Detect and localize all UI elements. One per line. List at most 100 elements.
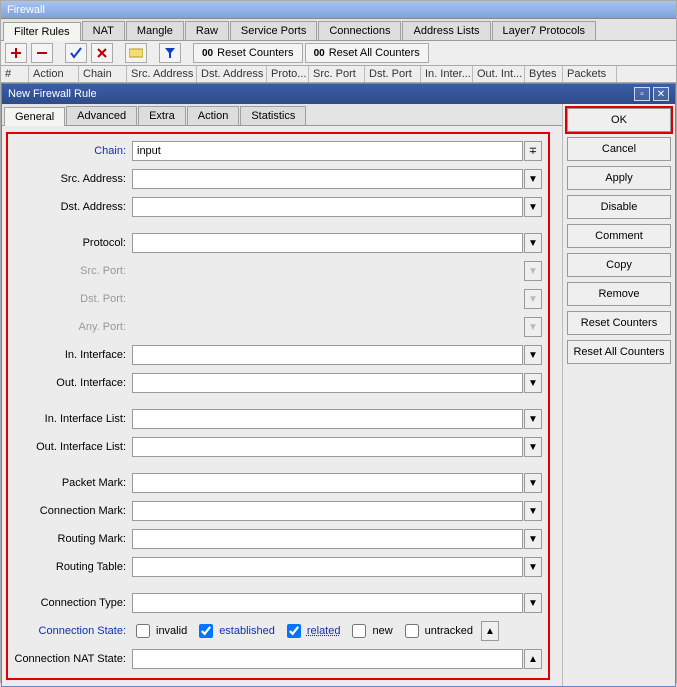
conn_mark-dropdown[interactable]: ▼ [524, 501, 542, 521]
ok-button[interactable]: OK [567, 108, 671, 132]
enable-button[interactable] [65, 43, 87, 63]
new-firewall-rule-dialog: New Firewall Rule ▫ ✕ GeneralAdvancedExt… [1, 83, 676, 687]
filter-button[interactable] [159, 43, 181, 63]
routing_mark-label: Routing Mark: [14, 533, 132, 545]
out_if-label: Out. Interface: [14, 377, 132, 389]
out_if-dropdown[interactable]: ▼ [524, 373, 542, 393]
conn-state-established-checkbox[interactable] [199, 624, 213, 638]
general-form: Chain:∓Src. Address:▼Dst. Address:▼Proto… [6, 132, 550, 680]
main-tab-raw[interactable]: Raw [185, 21, 229, 40]
src_addr-dropdown[interactable]: ▼ [524, 169, 542, 189]
chain-label: Chain: [14, 145, 132, 157]
in_if-field[interactable] [132, 345, 523, 365]
protocol-label: Protocol: [14, 237, 132, 249]
main-tab-bar: Filter RulesNATMangleRawService PortsCon… [1, 19, 676, 41]
main-tab-layer7-protocols[interactable]: Layer7 Protocols [492, 21, 597, 40]
in_if-dropdown[interactable]: ▼ [524, 345, 542, 365]
in_if_list-field[interactable] [132, 409, 523, 429]
dialog-title: New Firewall Rule [8, 88, 97, 100]
cancel-button[interactable]: Cancel [567, 137, 671, 161]
column-header[interactable]: Chain [79, 66, 127, 82]
dst_addr-dropdown[interactable]: ▼ [524, 197, 542, 217]
window-titlebar: Firewall [1, 1, 676, 19]
any_port-field [132, 317, 523, 337]
apply-button[interactable]: Apply [567, 166, 671, 190]
disable-button[interactable] [91, 43, 113, 63]
main-tab-filter-rules[interactable]: Filter Rules [3, 22, 81, 41]
column-header[interactable]: # [1, 66, 29, 82]
protocol-field[interactable] [132, 233, 523, 253]
chain-field[interactable] [132, 141, 523, 161]
dialog-restore-icon[interactable]: ▫ [634, 87, 650, 101]
column-header[interactable]: Src. Port [309, 66, 365, 82]
column-header[interactable]: Action [29, 66, 79, 82]
main-tab-nat[interactable]: NAT [82, 21, 125, 40]
column-header[interactable]: Proto... [267, 66, 309, 82]
any_port-label: Any. Port: [14, 321, 132, 333]
conn-state-untracked-checkbox[interactable] [405, 624, 419, 638]
out_if_list-label: Out. Interface List: [14, 441, 132, 453]
out_if_list-field[interactable] [132, 437, 523, 457]
dst_addr-field[interactable] [132, 197, 523, 217]
in_if_list-dropdown[interactable]: ▼ [524, 409, 542, 429]
column-header[interactable]: Packets [563, 66, 617, 82]
routing_mark-dropdown[interactable]: ▼ [524, 529, 542, 549]
reset-counters-button[interactable]: 00Reset Counters [193, 43, 303, 63]
main-tab-mangle[interactable]: Mangle [126, 21, 184, 40]
column-header[interactable]: Bytes [525, 66, 563, 82]
packet_mark-field[interactable] [132, 473, 523, 493]
in_if_list-label: In. Interface List: [14, 413, 132, 425]
dialog-tab-statistics[interactable]: Statistics [240, 106, 306, 125]
conn_mark-field[interactable] [132, 501, 523, 521]
remove-button[interactable] [31, 43, 53, 63]
conn-state-collapse[interactable]: ▲ [481, 621, 499, 641]
dialog-tab-extra[interactable]: Extra [138, 106, 186, 125]
conn_type-label: Connection Type: [14, 597, 132, 609]
copy-button[interactable]: Copy [567, 253, 671, 277]
remove-button[interactable]: Remove [567, 282, 671, 306]
conn-state-label: Connection State: [14, 625, 132, 637]
reset-all-counters-button[interactable]: 00Reset All Counters [305, 43, 429, 63]
routing_table-dropdown[interactable]: ▼ [524, 557, 542, 577]
routing_table-field[interactable] [132, 557, 523, 577]
reset-all-counters-button[interactable]: Reset All Counters [567, 340, 671, 364]
conn-state-invalid-checkbox[interactable] [136, 624, 150, 638]
out_if_list-dropdown[interactable]: ▼ [524, 437, 542, 457]
protocol-dropdown[interactable]: ▼ [524, 233, 542, 253]
column-header[interactable]: Dst. Address [197, 66, 267, 82]
any_port-expand: ▼ [524, 317, 542, 337]
column-header[interactable]: Src. Address [127, 66, 197, 82]
dialog-tab-action[interactable]: Action [187, 106, 240, 125]
dialog-tab-advanced[interactable]: Advanced [66, 106, 137, 125]
conn_type-dropdown[interactable]: ▼ [524, 593, 542, 613]
conn_nat_state-label: Connection NAT State: [14, 653, 132, 665]
disable-button[interactable]: Disable [567, 195, 671, 219]
dialog-close-icon[interactable]: ✕ [653, 87, 669, 101]
comment-button[interactable]: Comment [567, 224, 671, 248]
reset-counters-button[interactable]: Reset Counters [567, 311, 671, 335]
dialog-tab-general[interactable]: General [4, 107, 65, 126]
conn_nat_state-field[interactable] [132, 649, 523, 669]
main-tab-address-lists[interactable]: Address Lists [402, 21, 490, 40]
routing_mark-field[interactable] [132, 529, 523, 549]
chain-dropdown[interactable]: ∓ [524, 141, 542, 161]
column-header[interactable]: Out. Int... [473, 66, 525, 82]
src_addr-field[interactable] [132, 169, 523, 189]
comment-button-icon[interactable] [125, 43, 147, 63]
main-tab-connections[interactable]: Connections [318, 21, 401, 40]
column-header[interactable]: In. Inter... [421, 66, 473, 82]
conn-state-untracked-label: untracked [425, 625, 473, 637]
src_port-expand: ▼ [524, 261, 542, 281]
conn_nat_state-dropdown[interactable]: ▲ [524, 649, 542, 669]
rules-grid-header: #ActionChainSrc. AddressDst. AddressProt… [1, 66, 676, 83]
main-tab-service-ports[interactable]: Service Ports [230, 21, 317, 40]
conn-state-related-checkbox[interactable] [287, 624, 301, 638]
out_if-field[interactable] [132, 373, 523, 393]
dst_port-field [132, 289, 523, 309]
conn_type-field[interactable] [132, 593, 523, 613]
conn-state-new-checkbox[interactable] [352, 624, 366, 638]
packet_mark-dropdown[interactable]: ▼ [524, 473, 542, 493]
add-button[interactable] [5, 43, 27, 63]
src_port-label: Src. Port: [14, 265, 132, 277]
column-header[interactable]: Dst. Port [365, 66, 421, 82]
